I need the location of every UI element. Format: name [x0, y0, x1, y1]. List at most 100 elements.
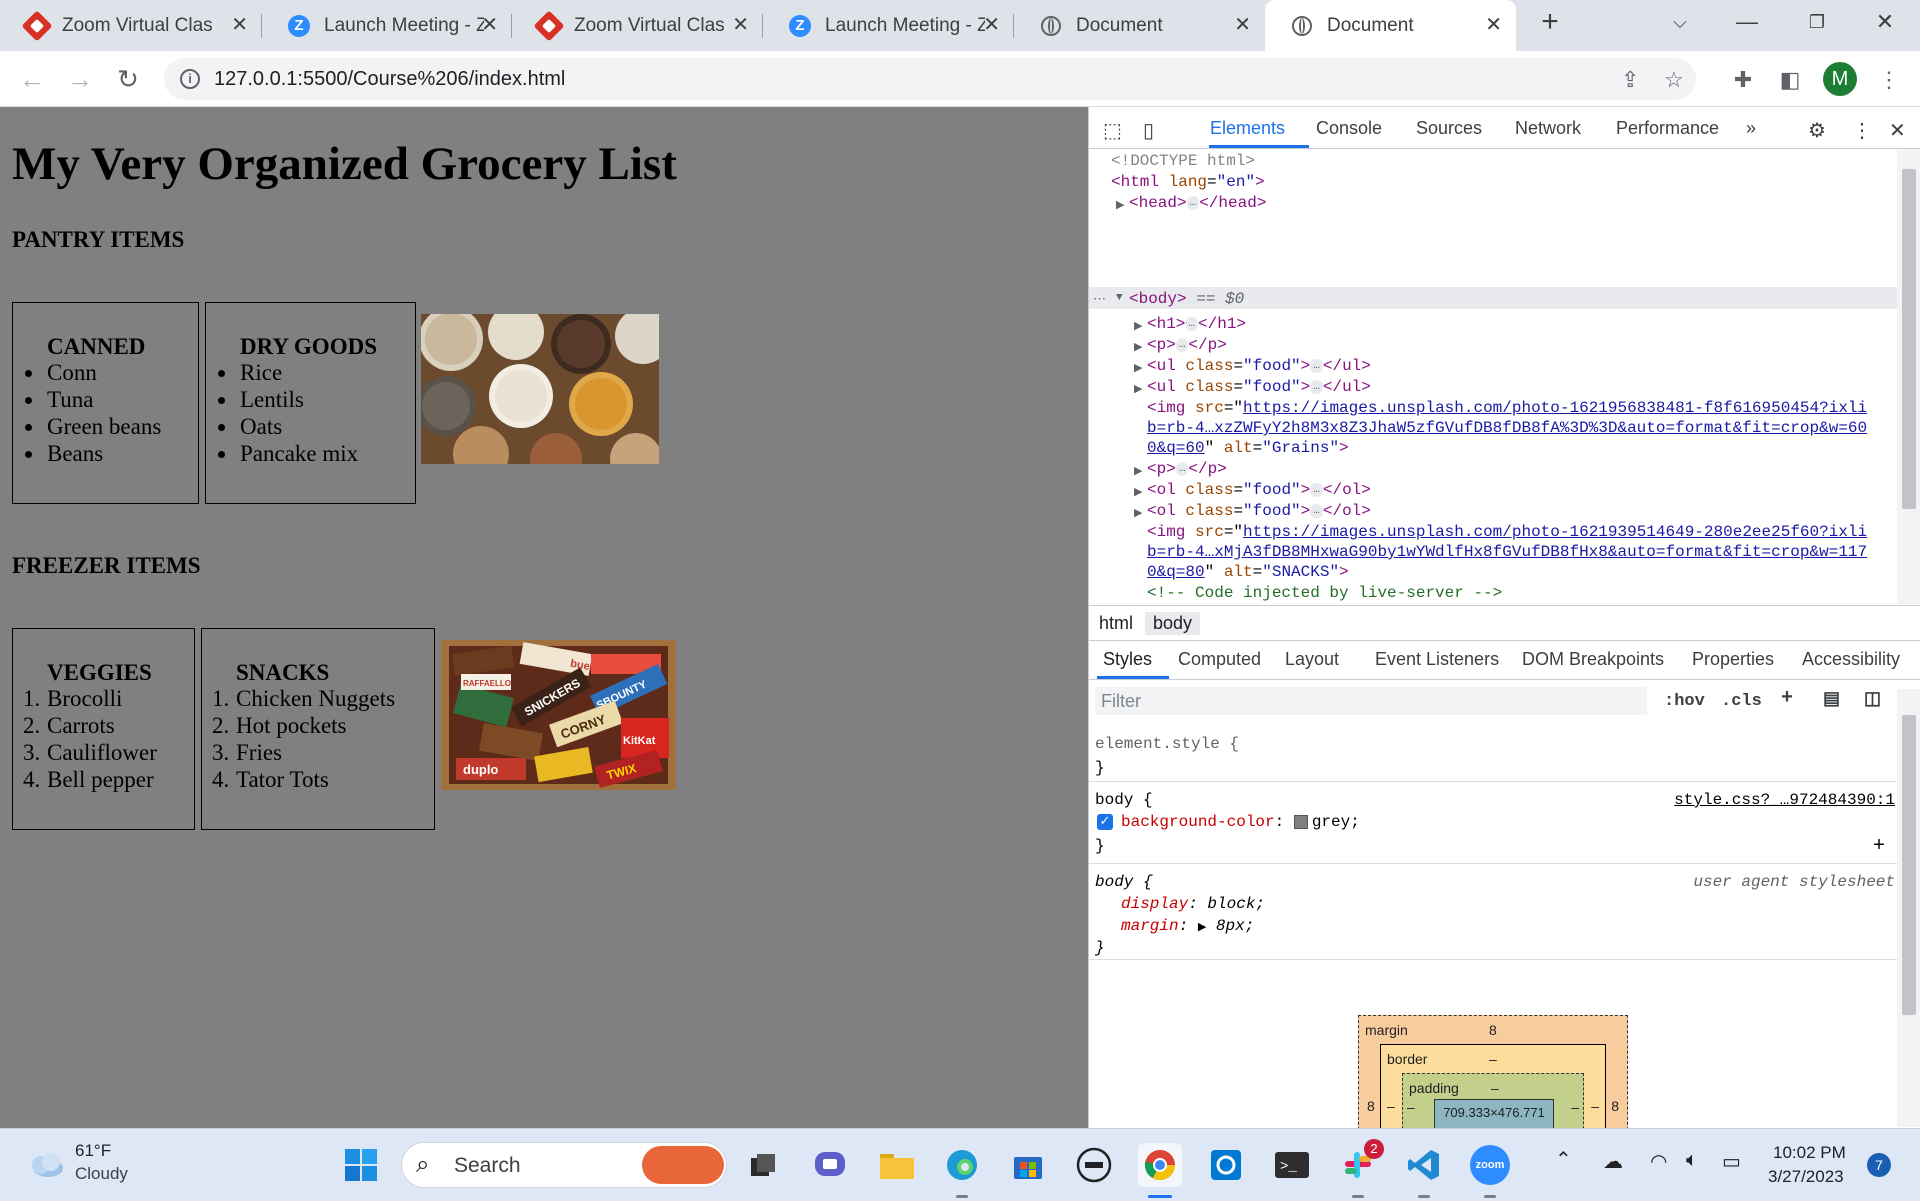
close-tab-icon[interactable]: ✕: [1234, 14, 1251, 36]
scroll-thumb[interactable]: [1902, 169, 1916, 509]
inspect-element-icon[interactable]: ⬚: [1103, 118, 1122, 143]
slack-icon[interactable]: 2: [1336, 1139, 1384, 1187]
extensions-puzzle-icon[interactable]: ✚: [1723, 60, 1763, 100]
profile-avatar[interactable]: M: [1823, 62, 1857, 96]
edge-browser-icon[interactable]: [940, 1143, 984, 1187]
devtools-menu-icon[interactable]: ⋮: [1852, 118, 1872, 143]
body-node[interactable]: <body> == $0: [1129, 289, 1244, 309]
cortana-icon[interactable]: [1204, 1143, 1248, 1187]
chrome-browser-icon[interactable]: [1138, 1143, 1182, 1187]
close-tab-icon[interactable]: ✕: [983, 14, 1000, 36]
box-model-content[interactable]: 709.333×476.771: [1434, 1099, 1554, 1129]
close-tab-icon[interactable]: ✕: [732, 14, 749, 36]
chrome-menu-icon[interactable]: ⋮: [1869, 60, 1909, 100]
weather-desc[interactable]: Cloudy: [75, 1164, 128, 1184]
expand-triangle-icon[interactable]: ▶: [1134, 340, 1142, 354]
expand-triangle-icon[interactable]: ▶: [1134, 361, 1142, 375]
img-src-link[interactable]: https://images.unsplash.com/photo-162195…: [1243, 399, 1867, 417]
restore-button[interactable]: ❐: [1787, 0, 1847, 44]
share-icon[interactable]: ⇪: [1621, 67, 1639, 93]
breadcrumb-body[interactable]: body: [1145, 612, 1201, 635]
forward-button[interactable]: →: [60, 59, 100, 99]
img-src-link[interactable]: b=rb-4…xMjA3fDB8MHxwaG90by1wYWdlfHx8fGVu…: [1147, 543, 1867, 561]
cloudy-weather-icon[interactable]: [24, 1143, 68, 1187]
comment-node[interactable]: <!-- Code injected by live-server -->: [1147, 583, 1502, 603]
browser-tab[interactable]: Zoom Virtual Classroom ✕: [0, 0, 262, 51]
battery-icon[interactable]: ▭: [1722, 1149, 1741, 1174]
onedrive-cloud-icon[interactable]: ☁: [1603, 1149, 1623, 1174]
img-src-link[interactable]: b=rb-4…xzZWFyY2h8M3x8Z3JhaW5zfGVufDB8fDB…: [1147, 419, 1867, 437]
tab-console[interactable]: Console: [1316, 118, 1382, 139]
scroll-thumb[interactable]: [1902, 715, 1916, 1015]
doctype-node[interactable]: <!DOCTYPE html>: [1111, 151, 1255, 171]
add-property-icon[interactable]: +: [1873, 835, 1885, 858]
task-view-icon[interactable]: [741, 1143, 785, 1187]
styles-scrollbar[interactable]: [1897, 689, 1920, 1127]
expand-triangle-icon[interactable]: ▶: [1134, 485, 1142, 499]
img-node[interactable]: <img src="https://images.unsplash.com/ph…: [1147, 522, 1867, 542]
new-tab-button[interactable]: +: [1520, 0, 1580, 44]
more-tabs-button[interactable]: »: [1746, 118, 1756, 139]
close-window-button[interactable]: ✕: [1855, 0, 1915, 44]
reload-button[interactable]: ↻: [108, 59, 148, 99]
cls-toggle[interactable]: .cls: [1721, 692, 1762, 711]
chevron-up-icon[interactable]: ⌃: [1555, 1147, 1572, 1172]
clock-date[interactable]: 3/27/2023: [1768, 1167, 1844, 1187]
windows-start-icon[interactable]: [339, 1143, 383, 1187]
tab-properties[interactable]: Properties: [1692, 649, 1774, 670]
h1-node[interactable]: <h1>… </h1>: [1147, 314, 1246, 334]
settings-gear-icon[interactable]: ⚙: [1808, 118, 1826, 143]
wifi-icon[interactable]: ◠: [1650, 1149, 1667, 1174]
p-node[interactable]: <p>… </p>: [1147, 459, 1227, 479]
tab-dom-breakpoints[interactable]: DOM Breakpoints: [1522, 649, 1664, 670]
tab-event-listeners[interactable]: Event Listeners: [1375, 649, 1499, 670]
tab-elements[interactable]: Elements: [1210, 118, 1285, 139]
close-tab-icon[interactable]: ✕: [231, 14, 248, 36]
dom-scrollbar[interactable]: [1897, 149, 1920, 604]
expand-triangle-icon[interactable]: ▶: [1116, 198, 1124, 212]
browser-tab[interactable]: Z Launch Meeting - Zoom ✕: [763, 0, 1014, 51]
expand-triangle-icon[interactable]: ▶: [1134, 319, 1142, 333]
img-src-link[interactable]: https://images.unsplash.com/photo-162193…: [1243, 523, 1867, 541]
expand-triangle-icon[interactable]: ▶: [1134, 464, 1142, 478]
terminal-icon[interactable]: >_: [1270, 1143, 1314, 1187]
side-panel-icon[interactable]: ◧: [1770, 60, 1810, 100]
hov-toggle[interactable]: :hov: [1664, 692, 1705, 711]
notification-center-badge[interactable]: 7: [1867, 1153, 1891, 1177]
toggle-sidebar-icon[interactable]: ◫: [1864, 688, 1881, 710]
file-explorer-icon[interactable]: [875, 1143, 919, 1187]
tab-search-icon[interactable]: ⌵: [1650, 0, 1710, 44]
tab-styles[interactable]: Styles: [1103, 649, 1152, 670]
rule-source-link[interactable]: style.css?_…972484390:1: [1674, 791, 1895, 809]
teams-chat-icon[interactable]: [808, 1143, 852, 1187]
device-toolbar-icon[interactable]: ▯: [1143, 118, 1154, 143]
browser-tab[interactable]: Document ✕: [1014, 0, 1265, 51]
zoom-app-icon[interactable]: zoom: [1468, 1143, 1512, 1187]
new-style-rule-icon[interactable]: +: [1781, 687, 1793, 710]
styles-filter-input[interactable]: Filter: [1095, 687, 1647, 715]
expand-triangle-icon[interactable]: ▶: [1134, 382, 1142, 396]
tab-network[interactable]: Network: [1515, 118, 1581, 139]
html-node[interactable]: <html lang="en">: [1111, 172, 1265, 192]
bookmark-star-icon[interactable]: ☆: [1664, 67, 1684, 93]
volume-icon[interactable]: 🔈︎: [1686, 1149, 1698, 1172]
row-more-icon[interactable]: ⋯: [1093, 292, 1106, 307]
close-devtools-icon[interactable]: ✕: [1889, 118, 1906, 143]
img-src-link[interactable]: 0&q=60: [1147, 439, 1205, 457]
color-swatch[interactable]: [1293, 814, 1308, 829]
browser-tab-active[interactable]: Document ✕: [1265, 0, 1516, 51]
property-checkbox[interactable]: ✓: [1097, 814, 1113, 830]
close-tab-icon[interactable]: ✕: [481, 14, 498, 36]
tab-performance[interactable]: Performance: [1616, 118, 1719, 139]
address-bar[interactable]: i 127.0.0.1:5500/Course%206/index.html ⇪…: [164, 58, 1696, 100]
tab-computed[interactable]: Computed: [1178, 649, 1261, 670]
expand-triangle-icon[interactable]: ▶: [1134, 506, 1142, 520]
paint-brush-icon[interactable]: ▤: [1823, 688, 1840, 710]
browser-tab[interactable]: Zoom Virtual Classroom ✕: [512, 0, 763, 51]
expand-triangle-icon[interactable]: ▶: [1198, 922, 1206, 934]
vscode-icon[interactable]: [1402, 1143, 1446, 1187]
clock-time[interactable]: 10:02 PM: [1773, 1143, 1846, 1163]
img-node[interactable]: <img src="https://images.unsplash.com/ph…: [1147, 398, 1867, 418]
tab-accessibility[interactable]: Accessibility: [1802, 649, 1900, 670]
breadcrumb-html[interactable]: html: [1091, 612, 1141, 635]
